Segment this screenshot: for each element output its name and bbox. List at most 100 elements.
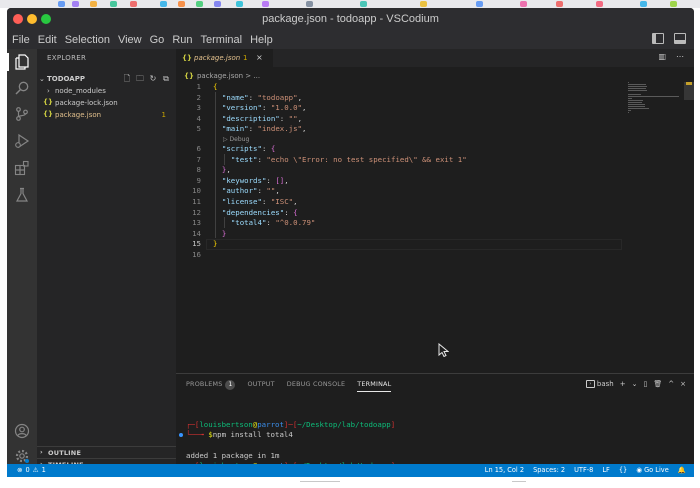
tree-item-package-lock[interactable]: {} package-lock.json bbox=[37, 98, 176, 110]
tab-problems[interactable]: PROBLEMS 1 bbox=[186, 380, 236, 392]
code-token: "author" bbox=[221, 186, 258, 196]
testing-icon[interactable] bbox=[14, 187, 30, 203]
toggle-panel-icon[interactable] bbox=[674, 33, 686, 44]
notifications-bell-icon[interactable]: 🔔 bbox=[678, 466, 686, 474]
eol-status[interactable]: LF bbox=[602, 466, 609, 474]
code-text: "author": "", bbox=[213, 186, 280, 197]
menu-selection[interactable]: Selection bbox=[65, 34, 110, 46]
problems-status[interactable]: ⊗ 0 ⚠ 1 bbox=[17, 466, 46, 474]
divider bbox=[512, 481, 526, 482]
minimap[interactable] bbox=[628, 82, 684, 122]
new-file-icon[interactable]: 🗋 bbox=[122, 74, 132, 84]
code-token: "" bbox=[288, 113, 298, 123]
current-line-highlight bbox=[206, 239, 622, 251]
indent-guide bbox=[215, 92, 216, 238]
code-token: { bbox=[270, 143, 276, 153]
code-token: "license" bbox=[221, 196, 262, 206]
menu-terminal[interactable]: Terminal bbox=[201, 34, 243, 46]
terminal-output-line: added 1 package in 1m bbox=[186, 450, 280, 460]
code-line: 16 bbox=[176, 250, 626, 261]
prompt-user: louisbertson bbox=[199, 420, 253, 430]
dock-app-icon bbox=[58, 1, 65, 7]
close-icon[interactable]: × bbox=[256, 53, 263, 62]
code-text: "version": "1.0.0", bbox=[213, 103, 307, 114]
dock-app-icon bbox=[178, 1, 185, 7]
activity-bar bbox=[7, 49, 37, 464]
run-debug-icon[interactable] bbox=[14, 133, 30, 149]
chevron-up-icon[interactable]: ^ bbox=[668, 380, 674, 388]
tab-terminal[interactable]: TERMINAL bbox=[357, 380, 392, 392]
encoding-status[interactable]: UTF-8 bbox=[574, 466, 593, 474]
trash-icon[interactable]: 🗑 bbox=[653, 380, 662, 388]
code-line: 7 "test": "echo \"Error: no test specifi… bbox=[176, 155, 626, 166]
code-token: "ISC" bbox=[270, 196, 294, 206]
code-editor[interactable]: 1{2 "name": "todoapp", 3 "version": "1.0.… bbox=[176, 82, 626, 261]
minimap-line bbox=[628, 112, 629, 113]
files-icon[interactable] bbox=[14, 54, 30, 70]
tab-output[interactable]: OUTPUT bbox=[247, 380, 274, 392]
code-text: "keywords": [], bbox=[213, 176, 289, 187]
tree-item-package-json[interactable]: {} package.json 1 bbox=[37, 110, 176, 122]
dock-app-icon bbox=[214, 1, 221, 7]
workspace-folder-label: TODOAPP bbox=[47, 75, 85, 83]
tab-package-json[interactable]: {} package.json 1 × bbox=[176, 49, 273, 67]
menu-view[interactable]: View bbox=[118, 34, 142, 46]
language-mode[interactable]: {} bbox=[619, 466, 627, 474]
cursor-position[interactable]: Ln 15, Col 2 bbox=[485, 466, 524, 474]
collapse-all-icon[interactable]: ⧉ bbox=[161, 74, 171, 84]
tree-item-node-modules[interactable]: › node_modules bbox=[37, 86, 176, 98]
code-line: 14 } bbox=[176, 229, 626, 240]
source-control-icon[interactable] bbox=[14, 106, 30, 122]
code-token: : bbox=[266, 175, 276, 185]
new-terminal-icon[interactable]: + bbox=[620, 380, 626, 388]
codelens-label: ▷ Debug bbox=[223, 135, 250, 143]
code-token: , bbox=[297, 113, 303, 123]
dock-app-icon bbox=[306, 1, 313, 7]
split-editor-icon[interactable]: ▥ bbox=[658, 52, 666, 61]
explorer-title: EXPLORER bbox=[47, 54, 87, 62]
problems-tab-label: PROBLEMS bbox=[186, 380, 223, 388]
extensions-icon[interactable] bbox=[14, 160, 30, 176]
breadcrumb[interactable]: {} package.json > ... bbox=[184, 72, 260, 80]
search-icon[interactable] bbox=[14, 80, 30, 96]
code-token: "echo \"Error: no test specified\" && ex… bbox=[266, 154, 467, 164]
indentation-status[interactable]: Spaces: 2 bbox=[533, 466, 565, 474]
split-terminal-icon[interactable]: ▯ bbox=[644, 380, 648, 388]
close-panel-icon[interactable]: × bbox=[680, 380, 686, 388]
line-number: 13 bbox=[192, 218, 201, 228]
menu-go[interactable]: Go bbox=[150, 34, 165, 46]
terminal-prompt-line: ┌─[louisbertson@parrot]─[~/Desktop/lab/t… bbox=[186, 420, 396, 430]
code-token: : bbox=[284, 207, 294, 217]
dock-app-icon bbox=[236, 1, 243, 7]
code-token: { bbox=[213, 82, 218, 91]
go-live-button[interactable]: ◉ Go Live bbox=[636, 466, 669, 474]
menu-edit[interactable]: Edit bbox=[38, 34, 57, 46]
chevron-down-icon[interactable]: ⌄ bbox=[632, 380, 638, 388]
dock-app-icon bbox=[640, 1, 647, 7]
menu-file[interactable]: File bbox=[12, 34, 30, 46]
editor-area: {} package.json 1 × ▥ ⋯ {} package.json >… bbox=[176, 49, 694, 373]
terminal-selector[interactable]: › bash bbox=[585, 380, 614, 388]
workspace-folder[interactable]: ⌄ TODOAPP 🗋 🗀 ↻ ⧉ bbox=[37, 74, 176, 86]
account-icon[interactable] bbox=[14, 423, 30, 439]
more-actions-icon[interactable]: ⋯ bbox=[676, 52, 684, 61]
settings-gear-icon[interactable] bbox=[14, 448, 30, 464]
code-token: "name" bbox=[221, 92, 249, 102]
menu-run[interactable]: Run bbox=[172, 34, 192, 46]
new-folder-icon[interactable]: 🗀 bbox=[135, 74, 145, 84]
tab-debug-console[interactable]: DEBUG CONSOLE bbox=[287, 380, 346, 392]
json-file-icon: {} bbox=[184, 72, 194, 80]
code-token: , bbox=[302, 124, 307, 134]
menu-bar: File Edit Selection View Go Run Terminal… bbox=[7, 30, 694, 49]
toggle-sidebar-icon[interactable] bbox=[652, 33, 664, 44]
codelens-debug[interactable]: ▷ Debug bbox=[176, 135, 626, 144]
code-token: "" bbox=[266, 186, 276, 196]
vscodium-window: package.json - todoapp - VSCodium File E… bbox=[7, 8, 694, 477]
outline-section[interactable]: › OUTLINE bbox=[37, 446, 176, 458]
refresh-icon[interactable]: ↻ bbox=[148, 74, 158, 84]
minimap-line bbox=[628, 110, 631, 111]
menu-help[interactable]: Help bbox=[250, 34, 273, 46]
indent-guide bbox=[224, 217, 225, 228]
code-token: , bbox=[302, 103, 307, 113]
